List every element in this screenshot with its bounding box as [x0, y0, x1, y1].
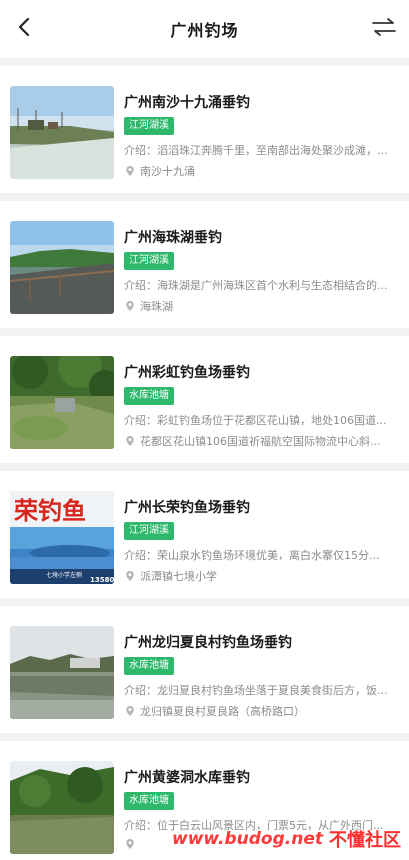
location-pin-icon [126, 571, 134, 581]
spot-thumbnail [10, 761, 114, 854]
spot-type-tag: 江河湖溪 [124, 522, 174, 540]
spot-location-text: 海珠湖 [140, 300, 173, 313]
page-title: 广州钓场 [170, 21, 239, 40]
spot-title: 广州黄婆洞水库垂钓 [124, 770, 250, 786]
spot-description: 介绍：龙归夏良村钓鱼场坐落于夏良美食街后方，饭... [124, 684, 388, 697]
switch-view-button[interactable] [367, 13, 401, 41]
spot-title: 广州海珠湖垂钓 [124, 230, 222, 246]
chevron-left-icon [18, 17, 30, 37]
spot-location-text: 花都区花山镇106国道祈福航空国际物流中心斜... [140, 435, 381, 448]
spot-title: 广州南沙十九涌垂钓 [124, 95, 250, 111]
location-pin-icon [126, 301, 134, 311]
spot-title: 广州龙归夏良村钓鱼场垂钓 [124, 635, 292, 651]
spot-description: 介绍：滔滔珠江奔腾千里，至南部出海处聚沙成滩，... [124, 144, 388, 157]
spot-thumbnail [10, 86, 114, 179]
spot-thumbnail [10, 221, 114, 314]
thumb-caption-text: 七境小学左侧 [46, 571, 82, 579]
spot-type-tag: 水库池塘 [124, 792, 174, 810]
spot-thumbnail [10, 626, 114, 719]
spot-description: 介绍：海珠湖是广州海珠区首个水利与生态相结合的... [124, 279, 388, 292]
watermark-site-name: 不懂社区 [329, 830, 401, 851]
spot-card[interactable]: 广州彩虹钓鱼场垂钓 水库池塘 介绍：彩虹钓鱼场位于花都区花山镇，地处106国道.… [0, 336, 409, 463]
spot-title: 广州长荣钓鱼场垂钓 [124, 500, 250, 516]
spot-card[interactable]: 广州龙归夏良村钓鱼场垂钓 水库池塘 介绍：龙归夏良村钓鱼场坐落于夏良美食街后方，… [0, 606, 409, 733]
spot-description: 介绍：彩虹钓鱼场位于花都区花山镇，地处106国道... [124, 414, 387, 427]
spot-location-text: 南沙十九涌 [140, 165, 195, 178]
location-pin-icon [126, 839, 134, 849]
spot-card[interactable]: 广州海珠湖垂钓 江河湖溪 介绍：海珠湖是广州海珠区首个水利与生态相结合的... … [0, 201, 409, 328]
spot-location-text: 龙归镇夏良村夏良路（高桥路口） [140, 705, 305, 718]
spot-location: 海珠湖 [124, 298, 396, 314]
thumb-phone-text: 13580 [90, 576, 114, 584]
spot-type-tag: 水库池塘 [124, 657, 174, 675]
spot-location: 龙归镇夏良村夏良路（高桥路口） [124, 703, 396, 719]
spot-location: 花都区花山镇106国道祈福航空国际物流中心斜... [124, 433, 396, 449]
spot-description: 介绍：荣山泉水钓鱼场环境优美，离白水寨仅15分... [124, 549, 380, 562]
spot-title: 广州彩虹钓鱼场垂钓 [124, 365, 250, 381]
spot-thumbnail: 荣钓鱼 七境小学左侧 13580 [10, 491, 114, 584]
spot-thumbnail [10, 356, 114, 449]
location-pin-icon [126, 166, 134, 176]
spot-card[interactable]: 广州南沙十九涌垂钓 江河湖溪 介绍：滔滔珠江奔腾千里，至南部出海处聚沙成滩，..… [0, 66, 409, 193]
back-button[interactable] [10, 13, 38, 41]
spot-location: 南沙十九涌 [124, 163, 396, 179]
swap-arrows-icon [372, 18, 396, 36]
spot-card[interactable]: 荣钓鱼 七境小学左侧 13580 广州长荣钓鱼场垂钓 江河湖溪 介绍：荣山泉水钓… [0, 471, 409, 598]
spot-type-tag: 水库池塘 [124, 387, 174, 405]
location-pin-icon [126, 706, 134, 716]
spot-type-tag: 江河湖溪 [124, 117, 174, 135]
watermark-url: www.budog.net [172, 829, 323, 849]
top-nav-bar: 广州钓场 [0, 0, 409, 58]
spot-location-text: 派潭镇七境小学 [140, 570, 217, 583]
spot-location: 派潭镇七境小学 [124, 568, 396, 584]
site-watermark: www.budog.net 不懂社区 [172, 826, 401, 852]
thumb-banner-text: 荣钓鱼 [14, 497, 86, 525]
location-pin-icon [126, 436, 134, 446]
spot-type-tag: 江河湖溪 [124, 252, 174, 270]
